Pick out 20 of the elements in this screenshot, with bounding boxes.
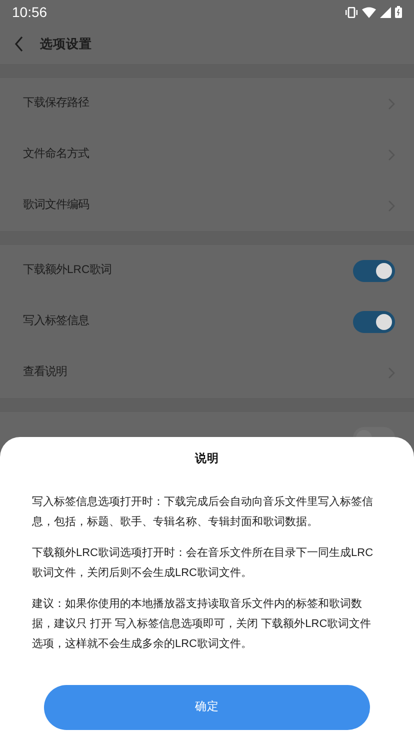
wifi-icon [362, 6, 376, 18]
battery-icon [395, 6, 402, 18]
row-label: 查看说明 [23, 364, 67, 380]
row-label: 下载保存路径 [23, 96, 89, 112]
signal-icon [380, 6, 391, 18]
dialog-title: 说明 [194, 451, 220, 467]
row-label: 写入标签信息 [23, 314, 89, 330]
row-label: 文件命名方式 [23, 146, 89, 162]
vibrate-icon [345, 6, 358, 18]
page-title: 选项设置 [40, 36, 92, 53]
row-label: 下载额外LRC歌词 [23, 262, 112, 278]
confirm-button[interactable]: 确定 [44, 685, 370, 730]
dialog-paragraph: 写入标签信息选项打开时：下载完成后会自动向音乐文件里写入标签信息，包括，标题、歌手、专辑名称、专辑封面和歌词数据。 [32, 494, 374, 530]
back-button[interactable] [14, 36, 24, 52]
status-time: 10:56 [12, 2, 48, 22]
row-label: 歌词文件编码 [23, 198, 89, 214]
toggle-switch[interactable] [353, 260, 395, 282]
dialog-paragraph: 建议：如果你使用的本地播放器支持读取音乐文件内的标签和歌词数据，建议只 打开 写入标签信息选项即可，关闭 下载额外LRC歌词文件选项，这样就不会生成多余的LRC歌词文件。 [32, 596, 372, 652]
dialog-paragraph: 下载额外LRC歌词选项打开时：会在音乐文件所在目录下一同生成LRC歌词文件，关闭后则不会生成LRC歌词文件。 [32, 546, 374, 582]
toggle-switch[interactable] [353, 310, 395, 332]
